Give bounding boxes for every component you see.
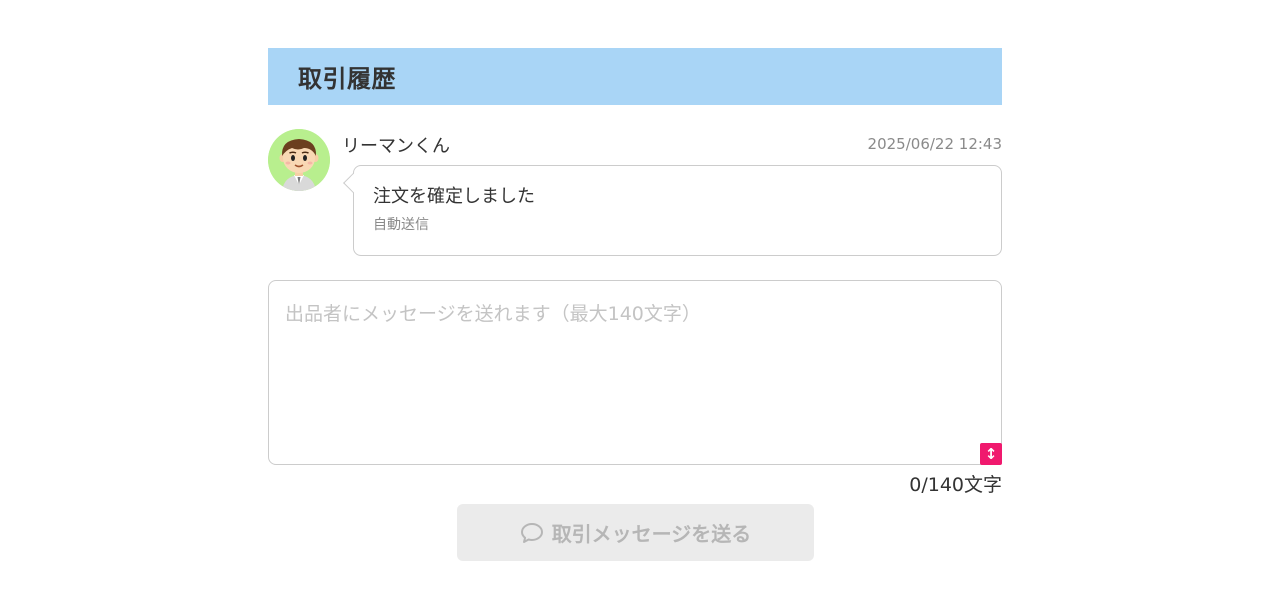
message-input[interactable] [268, 280, 1002, 465]
character-counter: 0/140文字 [909, 474, 1002, 496]
section-title: 取引履歴 [298, 65, 396, 93]
section-header: 取引履歴 [268, 48, 1002, 105]
message-text: 注文を確定しました [373, 186, 535, 207]
message-item: リーマンくん 2025/06/22 12:43 注文を確定しました 自動送信 [268, 129, 1002, 256]
vertical-resize-icon[interactable]: ↕ [980, 443, 1002, 465]
send-message-button[interactable]: 取引メッセージを送る [457, 504, 814, 561]
send-button-label: 取引メッセージを送る [551, 522, 752, 546]
message-input-area: ↕ [268, 280, 1002, 465]
sender-name: リーマンくん [342, 136, 450, 157]
chat-bubble-icon [520, 522, 543, 543]
transaction-history-panel: 取引履歴 リーマンくん 2025/06/22 12:43 注文を確定しました 自… [268, 48, 1002, 496]
message-timestamp: 2025/06/22 12:43 [867, 135, 1002, 153]
message-bubble: 注文を確定しました 自動送信 [343, 165, 1002, 256]
auto-sent-label: 自動送信 [373, 217, 429, 233]
businessman-avatar-icon [268, 129, 330, 191]
bubble-tail [343, 173, 363, 193]
